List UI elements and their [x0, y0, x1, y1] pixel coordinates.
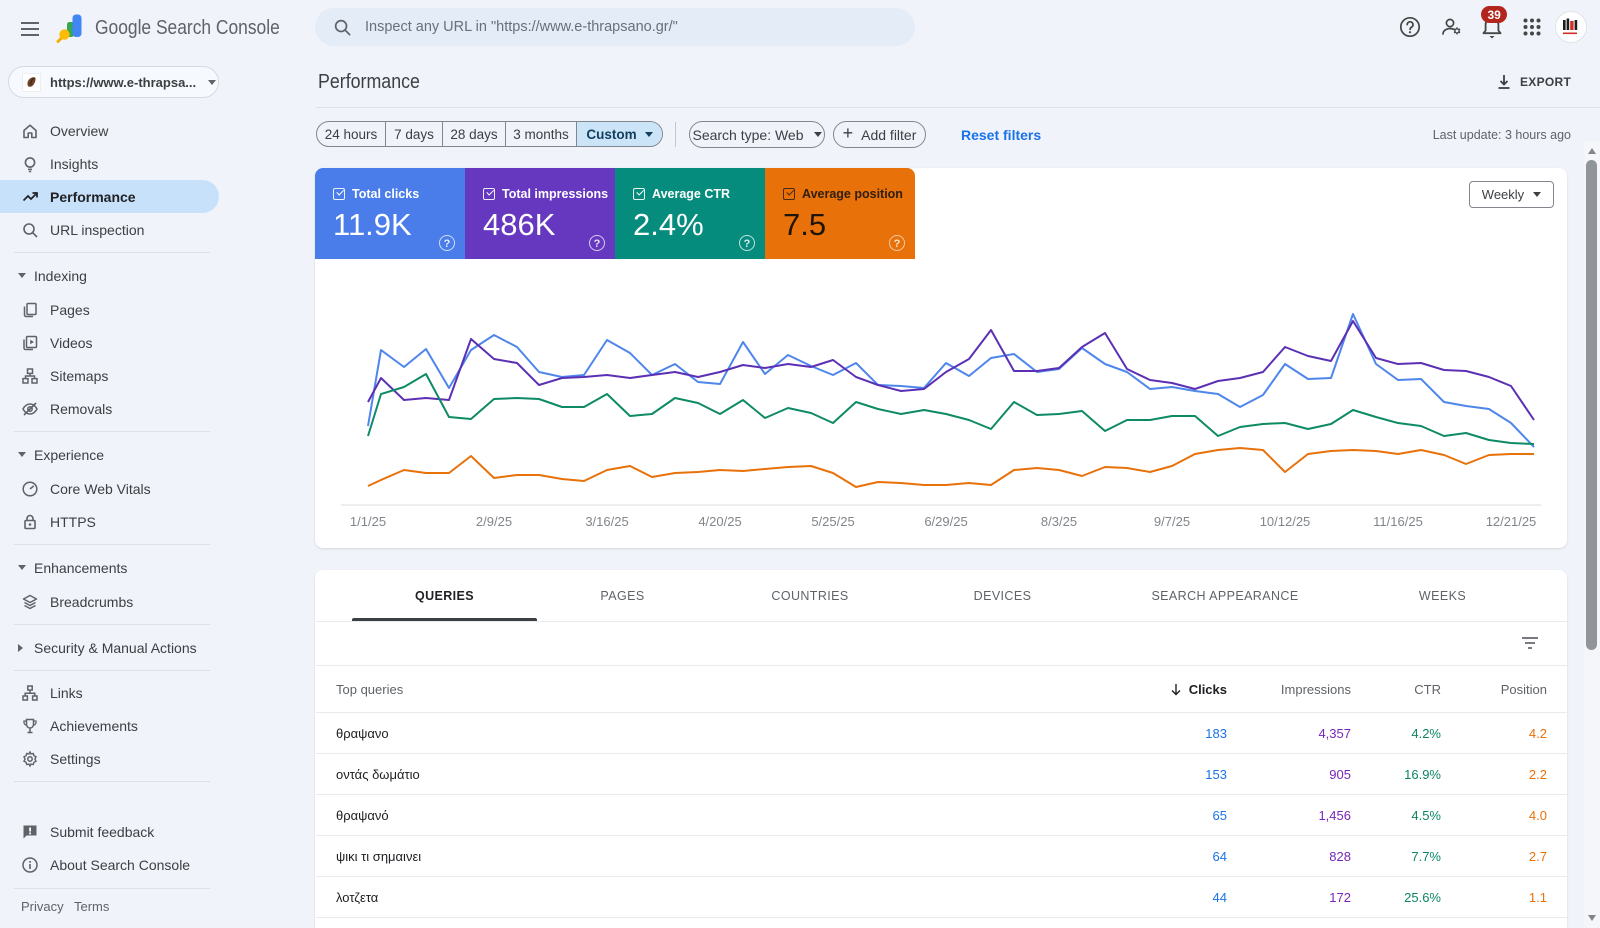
svg-text:2/9/25: 2/9/25	[476, 514, 512, 529]
svg-text:6/29/25: 6/29/25	[924, 514, 967, 529]
svg-text:1/1/25: 1/1/25	[350, 514, 386, 529]
svg-text:3/16/25: 3/16/25	[585, 514, 628, 529]
svg-text:8/3/25: 8/3/25	[1041, 514, 1077, 529]
svg-text:11/16/25: 11/16/25	[1373, 514, 1423, 529]
svg-text:4/20/25: 4/20/25	[698, 514, 741, 529]
svg-text:9/7/25: 9/7/25	[1154, 514, 1190, 529]
svg-text:5/25/25: 5/25/25	[811, 514, 854, 529]
svg-text:12/21/25: 12/21/25	[1486, 514, 1537, 529]
svg-text:10/12/25: 10/12/25	[1260, 514, 1311, 529]
